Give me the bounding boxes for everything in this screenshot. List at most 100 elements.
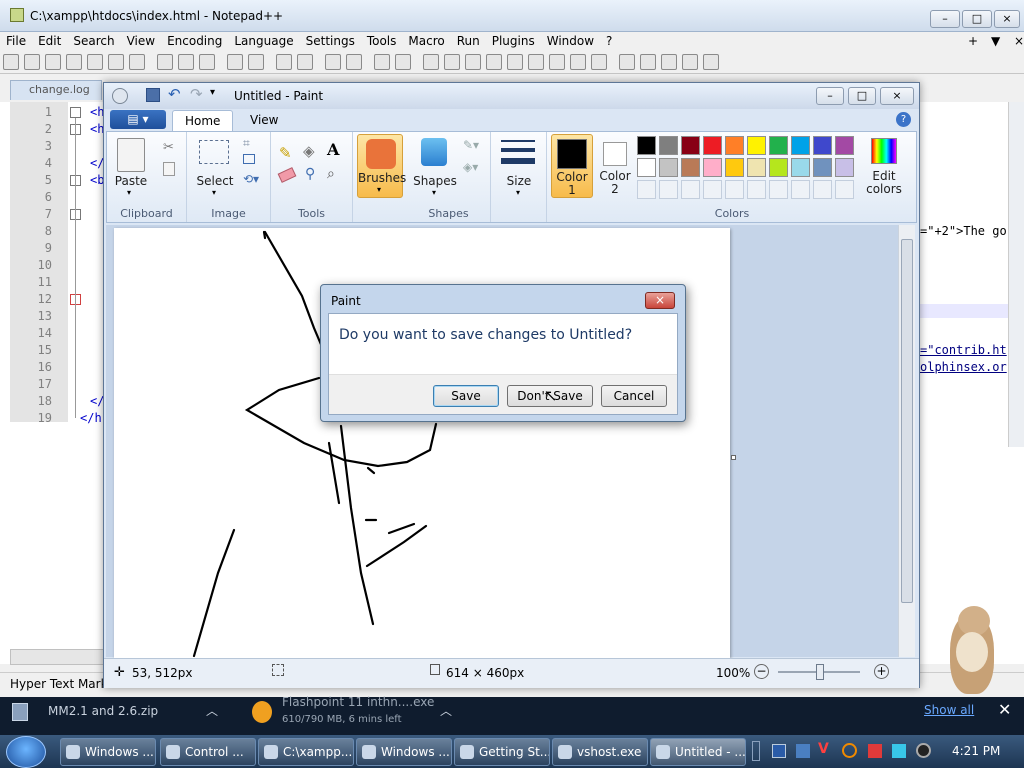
palette-swatch[interactable] <box>703 180 722 199</box>
taskbar-clock[interactable]: 4:21 PM <box>952 744 1000 758</box>
paste-button[interactable]: Paste <box>111 174 151 188</box>
fold-marker-icon[interactable] <box>70 107 81 118</box>
tray-flag-icon[interactable] <box>868 744 882 758</box>
edit-colors-button[interactable]: Edit colors <box>857 134 911 198</box>
menu-search[interactable]: Search <box>67 32 120 50</box>
cut-icon[interactable] <box>157 54 173 70</box>
show-all-chars-icon[interactable] <box>444 54 460 70</box>
download-item-2-chevron-icon[interactable]: ︿ <box>440 702 452 719</box>
menu-file[interactable]: File <box>0 32 32 50</box>
palette-swatch[interactable] <box>725 180 744 199</box>
tab-home[interactable]: Home <box>172 110 234 131</box>
lang-icon[interactable] <box>486 54 502 70</box>
zoom-out-button[interactable]: − <box>754 664 769 679</box>
paint-file-menu-button[interactable]: ▤ ▾ <box>110 110 166 129</box>
replace-icon[interactable] <box>297 54 313 70</box>
color1-button[interactable]: Color 1 <box>551 134 593 198</box>
tray-record-icon[interactable] <box>916 743 931 758</box>
shapes-icon[interactable] <box>421 138 447 166</box>
doc-map-icon[interactable] <box>507 54 523 70</box>
taskbar-btn-xampp[interactable]: C:\xampp... <box>258 738 354 766</box>
palette-swatch[interactable] <box>703 136 722 155</box>
show-all-link[interactable]: Show all <box>924 703 974 717</box>
palette-swatch[interactable] <box>791 180 810 199</box>
palette-swatch[interactable] <box>681 136 700 155</box>
sync-v-icon[interactable] <box>374 54 390 70</box>
palette-swatch[interactable] <box>835 180 854 199</box>
paint-vertical-scrollbar[interactable] <box>898 225 915 657</box>
menu-edit[interactable]: Edit <box>32 32 67 50</box>
palette-swatch[interactable] <box>747 136 766 155</box>
npp-new-tab-plus[interactable]: + <box>962 32 984 50</box>
help-icon[interactable]: ? <box>896 112 911 127</box>
menu-run[interactable]: Run <box>451 32 486 50</box>
tab-change-log[interactable]: change.log <box>10 80 102 100</box>
paint-app-icon[interactable] <box>112 88 128 104</box>
palette-swatch[interactable] <box>835 136 854 155</box>
find-icon[interactable] <box>276 54 292 70</box>
palette-swatch[interactable] <box>637 180 656 199</box>
npp-close-button[interactable]: × <box>994 10 1020 28</box>
palette-swatch[interactable] <box>769 158 788 177</box>
folder-icon[interactable] <box>549 54 565 70</box>
menu-plugins[interactable]: Plugins <box>486 32 541 50</box>
npp-tab-list-arrow[interactable]: ▼ <box>985 32 1006 50</box>
download-item-2-title[interactable]: Flashpoint 11 inthn....exe <box>282 695 434 709</box>
quick-access-dropdown-icon[interactable]: ▾ <box>210 87 215 98</box>
shapes-button[interactable]: Shapes <box>411 174 459 188</box>
clipboard-paste-icon[interactable] <box>117 138 145 172</box>
taskbar-btn-windows-2[interactable]: Windows ... <box>356 738 452 766</box>
brushes-button[interactable]: Brushes ▾ <box>357 134 406 198</box>
canvas-resize-handle[interactable] <box>731 455 736 460</box>
paste-icon[interactable] <box>199 54 215 70</box>
palette-swatch[interactable] <box>659 180 678 199</box>
tray-monitor-icon[interactable] <box>892 744 906 758</box>
function-list-icon[interactable] <box>528 54 544 70</box>
tray-v-icon[interactable]: V <box>818 741 829 757</box>
download-item-1[interactable]: MM2.1 and 2.6.zip <box>48 704 158 718</box>
zoom-out-icon[interactable] <box>346 54 362 70</box>
quick-redo-icon[interactable]: ↷ <box>190 85 203 103</box>
npp-maximize-button[interactable]: □ <box>962 10 992 28</box>
menu-language[interactable]: Language <box>228 32 299 50</box>
save-button[interactable]: Save <box>433 385 499 407</box>
npp-vertical-scrollbar[interactable] <box>1008 102 1024 447</box>
close-all-icon[interactable] <box>108 54 124 70</box>
color2-button[interactable]: Color 2 <box>595 134 637 198</box>
menu-macro[interactable]: Macro <box>402 32 450 50</box>
open-file-icon[interactable] <box>24 54 40 70</box>
taskbar-btn-vshost[interactable]: vshost.exe <box>552 738 648 766</box>
taskbar-btn-control[interactable]: Control ... <box>160 738 256 766</box>
tab-view[interactable]: View <box>238 110 290 131</box>
pencil-icon[interactable]: ✎ <box>279 144 292 162</box>
rotate-icon[interactable]: ⟲▾ <box>243 172 259 186</box>
palette-swatch[interactable] <box>769 136 788 155</box>
wrap-icon[interactable] <box>423 54 439 70</box>
monitor-icon[interactable] <box>570 54 586 70</box>
menu-help[interactable]: ? <box>600 32 618 50</box>
copy-icon[interactable] <box>178 54 194 70</box>
start-button[interactable] <box>6 736 46 768</box>
menu-view[interactable]: View <box>121 32 161 50</box>
cut-scissors-icon[interactable]: ✂ <box>163 140 174 155</box>
text-tool-icon[interactable]: A <box>327 140 339 159</box>
save-all-icon[interactable] <box>66 54 82 70</box>
taskbar-btn-paint[interactable]: Untitled - ... <box>650 738 746 766</box>
size-button[interactable]: Size <box>495 174 543 188</box>
palette-swatch[interactable] <box>813 180 832 199</box>
npp-close-doc-x[interactable]: × <box>1008 32 1024 50</box>
palette-swatch[interactable] <box>703 158 722 177</box>
menu-tools[interactable]: Tools <box>361 32 403 50</box>
paint-close-button[interactable]: × <box>880 87 914 105</box>
zoom-in-icon[interactable] <box>325 54 341 70</box>
redo-icon[interactable] <box>248 54 264 70</box>
download-bar-close-icon[interactable]: ✕ <box>998 700 1011 719</box>
quick-save-icon[interactable] <box>146 88 160 102</box>
copy-icon[interactable] <box>163 162 175 176</box>
indent-guide-icon[interactable] <box>465 54 481 70</box>
fill-icon[interactable]: ◈▾ <box>463 160 478 174</box>
palette-swatch[interactable] <box>725 136 744 155</box>
tray-network-icon[interactable] <box>796 744 810 758</box>
paint-minimize-button[interactable]: – <box>816 87 844 105</box>
play-macro-icon[interactable] <box>661 54 677 70</box>
